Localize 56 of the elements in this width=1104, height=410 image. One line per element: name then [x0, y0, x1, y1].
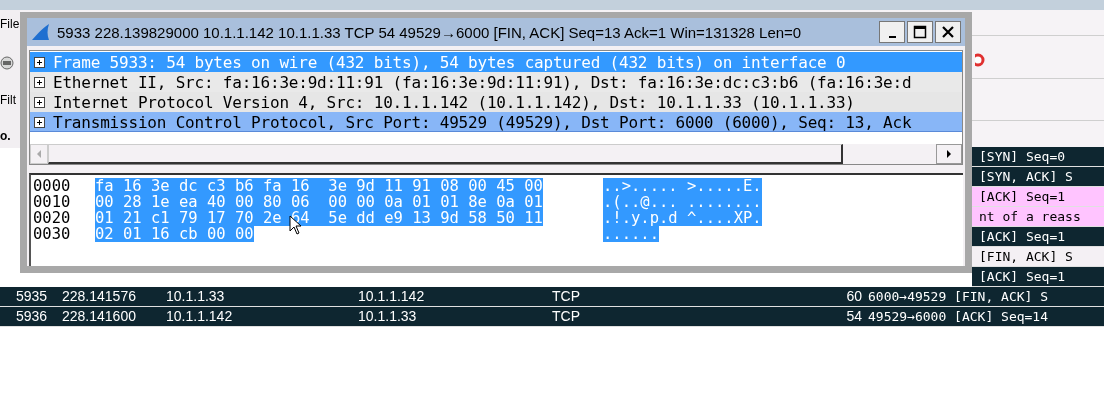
- packet-row[interactable]: [SYN] Seq=0: [972, 147, 1104, 167]
- table-cell-text: 5936: [15, 307, 49, 326]
- packet-row[interactable]: [ACK] Seq=1: [972, 187, 1104, 207]
- table-cell-text: TCP: [552, 287, 581, 306]
- table-cell-text: 5935: [15, 287, 49, 306]
- tree-item[interactable]: Transmission Control Protocol, Src Port: 49529 (49529), Dst Port: 6000 (6000), Seq: 13, Ack: [30, 112, 962, 132]
- minimize-icon: [888, 36, 896, 38]
- maximize-button[interactable]: [907, 21, 933, 43]
- byte-offset: 0020: [33, 210, 72, 226]
- expand-icon[interactable]: [34, 96, 45, 108]
- table-cell-text: 228.141576: [62, 287, 137, 306]
- byte-offset: 0010: [33, 194, 72, 210]
- table-cell-text: [ACK] Seq=1: [979, 188, 1066, 206]
- column-header: o.: [0, 128, 11, 144]
- disc-icon[interactable]: [0, 56, 14, 70]
- fin-icon: [31, 23, 51, 41]
- ring-icon[interactable]: [975, 52, 985, 68]
- table-cell-text: [SYN, ACK] S: [979, 168, 1073, 186]
- table-cell-text: 54: [845, 307, 862, 326]
- packet-row[interactable]: 5936 228.141600 10.1.1.142 10.1.1.33 TCP 54 49529→6000 [ACK] Seq=14: [0, 307, 1104, 327]
- packet-row[interactable]: [SYN, ACK] S: [972, 167, 1104, 187]
- packet-row[interactable]: 5935 228.141576 10.1.1.33 10.1.1.142 TCP 60 6000→49529 [FIN, ACK] S: [0, 287, 1104, 307]
- packet-row[interactable]: [ACK] Seq=1: [972, 267, 1104, 287]
- expand-icon[interactable]: [34, 116, 45, 128]
- byte-offset: 0030: [33, 226, 72, 242]
- filter-label: Filt: [0, 92, 16, 108]
- expand-icon[interactable]: [34, 56, 45, 68]
- packet-row[interactable]: [FIN, ACK] S: [972, 247, 1104, 267]
- table-cell-text: nt of a reass: [979, 208, 1081, 226]
- table-cell-text: TCP: [552, 307, 581, 326]
- expand-icon[interactable]: [34, 76, 45, 88]
- table-cell-text: [ACK] Seq=1: [979, 268, 1066, 286]
- table-cell-text: [SYN] Seq=0: [979, 148, 1066, 166]
- table-cell-text: 49529→6000 [ACK] Seq=14: [867, 308, 1048, 326]
- table-cell-text: [FIN, ACK] S: [979, 248, 1073, 266]
- menu-label[interactable]: File: [0, 16, 20, 32]
- table-cell-text: 10.1.1.142: [358, 287, 426, 306]
- maximize-icon: [913, 25, 927, 39]
- tree-item[interactable]: Ethernet II, Src: fa:16:3e:9d:11:91 (fa:16:3e:9d:11:91), Dst: fa:16:3e:dc:c3:b6 (fa:16:3e:d: [30, 72, 962, 92]
- table-cell-text: [ACK] Seq=1: [979, 228, 1066, 246]
- close-button[interactable]: [935, 21, 961, 43]
- window-title: 5933 228.139829000 10.1.1.142 10.1.1.33 TCP 54 49529→6000 [FIN, ACK] Seq=13 Ack=1 Win=131328 Len=0: [57, 23, 803, 41]
- table-cell-text: 60: [845, 287, 862, 306]
- tree-item[interactable]: Internet Protocol Version 4, Src: 10.1.1.142 (10.1.1.142), Dst: 10.1.1.33 (10.1.1.33): [30, 92, 962, 112]
- table-cell-text: 228.141600: [62, 307, 137, 326]
- minimize-button[interactable]: [879, 21, 905, 43]
- table-cell-text: 10.1.1.33: [166, 287, 226, 306]
- table-cell-text: 10.1.1.33: [358, 307, 418, 326]
- packet-row[interactable]: nt of a reass: [972, 207, 1104, 227]
- byte-offset: 0000: [33, 178, 72, 194]
- table-cell-text: 6000→49529 [FIN, ACK] S: [867, 288, 1048, 306]
- close-icon: [941, 25, 955, 39]
- packet-row[interactable]: [ACK] Seq=1: [972, 227, 1104, 247]
- table-cell-text: 10.1.1.142: [166, 307, 234, 326]
- scroll-right-icon[interactable]: [945, 149, 953, 159]
- horizontal-scrollbar[interactable]: [29, 144, 963, 165]
